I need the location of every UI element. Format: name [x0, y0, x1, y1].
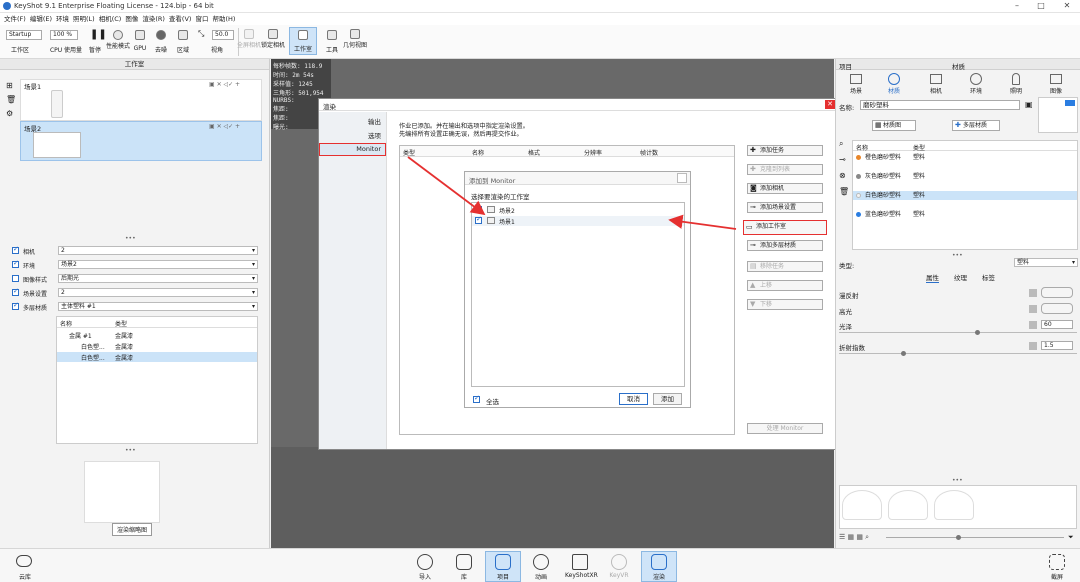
slider-thumb[interactable]	[901, 351, 906, 356]
type-label: 类型:	[839, 262, 855, 270]
tab-environment[interactable]: 环境	[970, 86, 982, 95]
name-label: 名称:	[839, 104, 855, 112]
render-label: 渲染	[652, 574, 665, 581]
animation-label[interactable]: 动画	[526, 572, 556, 581]
material-panel: 项目 材质 场景 材质 相机 环境 照明 图像 名称: 磨砂塑料 ▣ ▦ 材质图 …	[835, 59, 1080, 548]
project-icon	[495, 554, 511, 570]
tab-camera[interactable]: 相机	[930, 86, 942, 95]
bottom-bar: 云库 导入 库 项目 动画 KeyShotXR KeyVR 渲染 截屏	[0, 548, 1080, 582]
filter-icon[interactable]: ⏷	[1068, 533, 1074, 542]
multi-material-button[interactable]: ✚ 多层材质	[952, 120, 1000, 131]
keyvr-icon[interactable]	[611, 554, 627, 570]
material-icon[interactable]	[888, 73, 900, 85]
project-label: 项目	[496, 574, 509, 581]
column-type: 类型	[913, 145, 926, 152]
material-graph-button[interactable]: ▦ 材质图	[872, 120, 916, 131]
keyvr-label[interactable]: KeyVR	[604, 572, 634, 579]
material-list-header: 名称 类型	[853, 141, 1077, 152]
ior-label: 折射指数	[839, 344, 865, 352]
view-mode-icon[interactable]: ☰ ▦ ▦ ⌕	[839, 533, 869, 542]
unlink-icon[interactable]: ⊗	[839, 171, 846, 180]
import-label[interactable]: 导入	[410, 572, 440, 581]
diffuse-label: 漫反射	[839, 292, 859, 300]
tab-labels[interactable]: 标签	[982, 272, 995, 282]
splitter-handle[interactable]: •••	[952, 252, 963, 259]
material-swatch	[856, 212, 861, 217]
graph-icon: ▦	[875, 121, 882, 129]
thumbnail-size-slider[interactable]	[886, 535, 1064, 540]
keyshotxr-label[interactable]: KeyShotXR	[565, 572, 598, 579]
import-icon[interactable]	[417, 554, 433, 570]
gloss-input[interactable]: 60	[1041, 320, 1073, 329]
right-panel-header: 项目 材质	[836, 59, 1080, 71]
lighting-icon[interactable]	[1012, 73, 1020, 85]
tab-textures[interactable]: 纹理	[954, 272, 967, 282]
animation-icon[interactable]	[533, 554, 549, 570]
tab-scene[interactable]: 场景	[850, 86, 862, 95]
column-name: 名称	[856, 145, 869, 152]
image-icon[interactable]	[1050, 74, 1062, 84]
diffuse-color-swatch[interactable]	[1041, 287, 1073, 298]
material-preview	[1038, 97, 1078, 133]
texture-slot-icon[interactable]	[1029, 289, 1037, 297]
texture-slot-icon[interactable]	[1029, 321, 1037, 329]
gloss-slider[interactable]	[839, 330, 1077, 335]
material-row[interactable]: 橙色磨砂塑料 塑料	[853, 153, 1077, 162]
texture-slot-icon[interactable]	[1029, 342, 1037, 350]
material-type-select[interactable]: 塑料	[1014, 258, 1078, 267]
ior-slider[interactable]	[839, 351, 1077, 356]
save-icon[interactable]: ▣	[1025, 100, 1033, 109]
gloss-label: 光泽	[839, 323, 852, 331]
keyshotxr-icon[interactable]	[572, 554, 588, 570]
library-icon[interactable]	[456, 554, 472, 570]
material-swatch	[856, 155, 861, 160]
material-library-strip	[839, 485, 1077, 529]
delete-icon[interactable]: 🗑	[839, 187, 849, 196]
texture-slot-icon[interactable]	[1029, 305, 1037, 313]
render-icon	[651, 554, 667, 570]
screenshot-label[interactable]: 截屏	[1042, 572, 1072, 581]
material-tile[interactable]	[842, 490, 882, 520]
annotation-arrow	[668, 214, 737, 230]
specular-color-swatch[interactable]	[1041, 303, 1073, 314]
tab-material-icon-label[interactable]: 材质	[888, 86, 900, 95]
search-icon[interactable]: ⌕	[839, 139, 843, 149]
environment-icon[interactable]	[970, 73, 982, 85]
slider-thumb[interactable]	[956, 535, 961, 540]
link-icon[interactable]: ⊸	[839, 155, 846, 164]
library-label[interactable]: 库	[449, 572, 479, 581]
material-name-input[interactable]: 磨砂塑料	[860, 100, 1020, 110]
screenshot-icon[interactable]	[1049, 554, 1065, 570]
slider-thumb[interactable]	[975, 330, 980, 335]
material-row[interactable]: 蓝色磨砂塑料 塑料	[853, 210, 1077, 219]
multi-material-icon: ✚	[955, 121, 961, 129]
material-swatch	[856, 193, 861, 198]
tab-image[interactable]: 图像	[1050, 86, 1062, 95]
tab-project[interactable]: 项目	[839, 61, 852, 71]
specular-label: 高光	[839, 308, 852, 316]
tab-properties[interactable]: 属性	[926, 272, 939, 283]
annotation-arrow	[407, 156, 486, 216]
material-swatch	[856, 174, 861, 179]
cloud-icon[interactable]	[16, 555, 32, 567]
material-tile[interactable]	[934, 490, 974, 520]
splitter-handle[interactable]: •••	[952, 477, 963, 484]
material-row[interactable]: 白色磨砂塑料 塑料	[853, 191, 1077, 200]
tab-material[interactable]: 材质	[952, 61, 965, 71]
tab-lighting[interactable]: 照明	[1010, 86, 1022, 95]
scene-icon[interactable]	[850, 74, 862, 84]
material-row[interactable]: 灰色磨砂塑料 塑料	[853, 172, 1077, 181]
cloud-library-label[interactable]: 云库	[10, 572, 40, 581]
camera-icon[interactable]	[930, 74, 942, 84]
material-list: 名称 类型 橙色磨砂塑料 塑料 灰色磨砂塑料 塑料 白色磨砂塑料 塑料 蓝色磨砂塑料塑…	[852, 140, 1078, 250]
material-tile[interactable]	[888, 490, 928, 520]
preview-badge	[1065, 100, 1075, 106]
ior-input[interactable]: 1.5	[1041, 341, 1073, 350]
